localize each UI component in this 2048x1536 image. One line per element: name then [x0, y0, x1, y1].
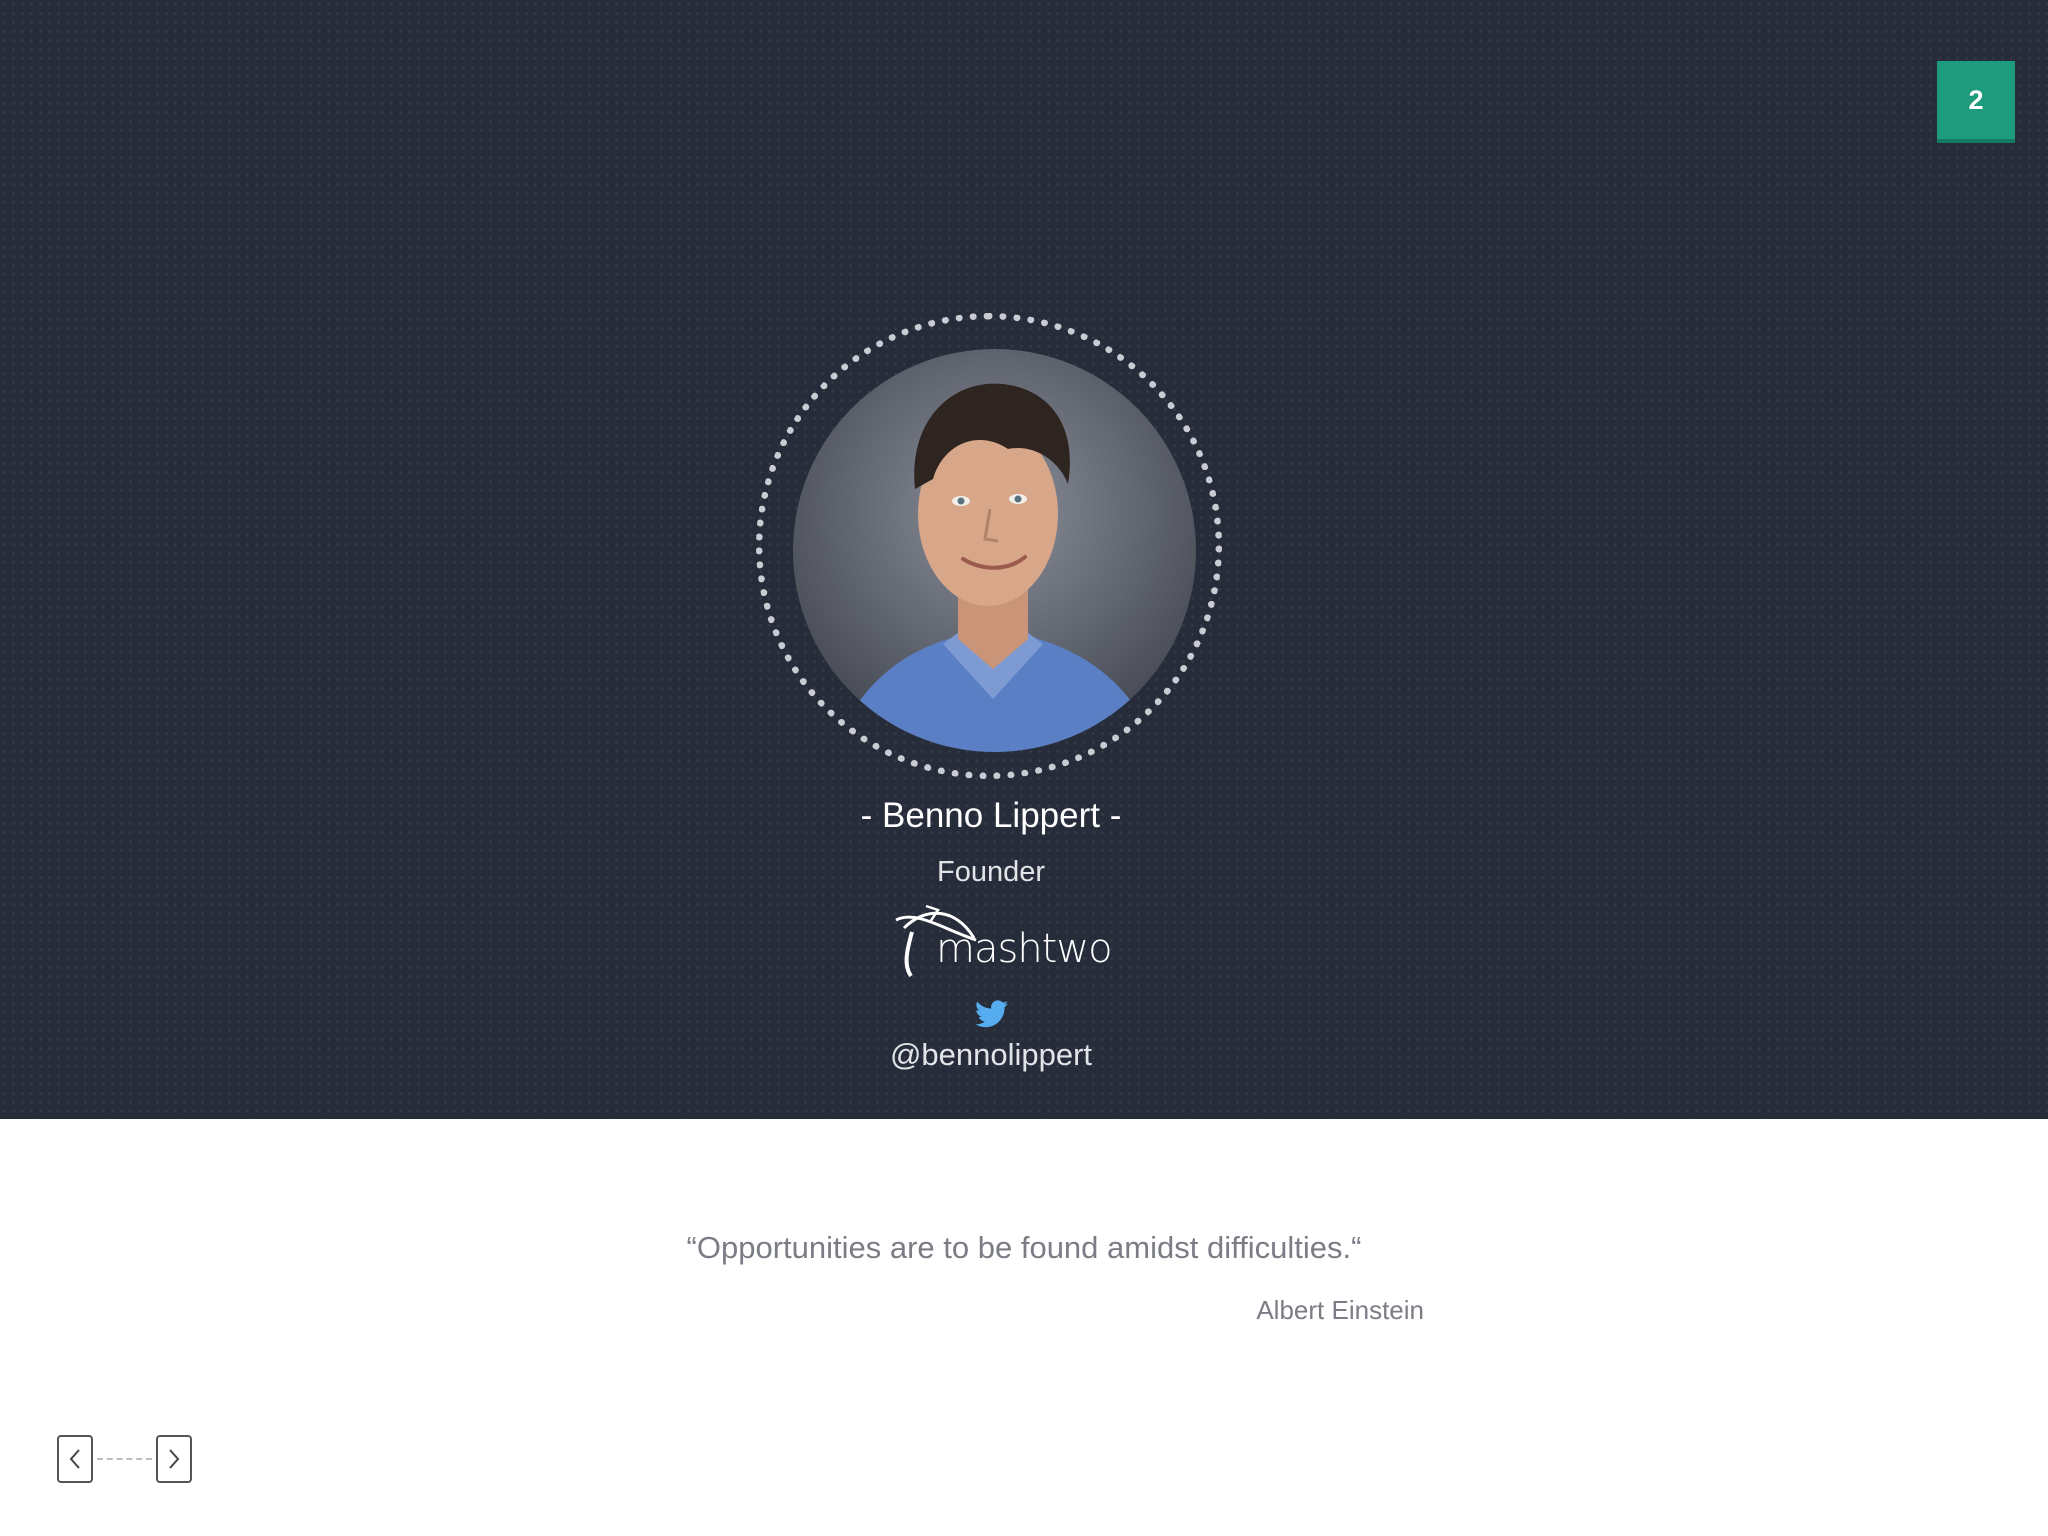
- profile-hero: 2 - Benno Lippert - Founder mashtwo @ben…: [0, 0, 2048, 1119]
- twitter-bird-icon[interactable]: [975, 1000, 1008, 1028]
- page-number-badge: 2: [1937, 61, 2015, 139]
- slide: 2 - Benno Lippert - Founder mashtwo @ben…: [0, 0, 2048, 1536]
- company-logo: mashtwo: [886, 898, 1113, 983]
- navigation-divider: [97, 1458, 152, 1460]
- next-slide-button[interactable]: [156, 1435, 192, 1483]
- previous-slide-button[interactable]: [57, 1435, 93, 1483]
- avatar-portrait: [833, 383, 1158, 752]
- quote-text: “Opportunities are to be found amidst di…: [686, 1230, 1362, 1265]
- twitter-handle-link[interactable]: @bennolippert: [0, 1037, 1982, 1073]
- chevron-left-icon: [69, 1449, 80, 1469]
- slide-navigation: [57, 1435, 197, 1485]
- person-name: - Benno Lippert -: [860, 796, 1122, 835]
- company-logo-text: mashtwo: [936, 926, 1113, 972]
- person-role: Founder: [936, 856, 1045, 888]
- quote-author: Albert Einstein: [1256, 1295, 1424, 1325]
- avatar: [793, 349, 1196, 752]
- chevron-right-icon: [169, 1449, 180, 1469]
